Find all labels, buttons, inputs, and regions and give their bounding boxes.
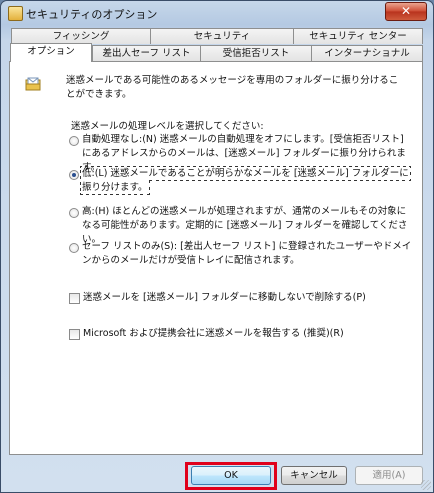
title-bar[interactable]: セキュリティのオプション ✕: [1, 1, 433, 25]
close-button[interactable]: ✕: [385, 2, 427, 21]
tab-phishing-label: フィッシング: [52, 31, 110, 42]
radio-safe-lists-only[interactable]: セーフ リストのみ(S): [差出人セーフ リスト] に登録されたユーザーやドメ…: [69, 240, 414, 268]
close-icon: ✕: [400, 4, 412, 18]
tab-options-label: オプション: [27, 46, 75, 57]
radio-low[interactable]: 低:(L) 迷惑メールであることが明らかなメールを [迷惑メール] フォルダーに…: [69, 166, 414, 195]
radio-button[interactable]: [69, 136, 79, 146]
ok-button-label: OK: [224, 470, 238, 481]
resize-grip[interactable]: [421, 480, 431, 490]
radio-low-label: 低:(L) 迷惑メールであることが明らかなメールを [迷惑メール] フォルダーに…: [80, 166, 411, 195]
apply-button-label: 適用(A): [372, 470, 406, 481]
tab-international[interactable]: インターナショナル: [311, 45, 423, 61]
window-title: セキュリティのオプション: [26, 8, 158, 21]
tab-blocked-senders-label: 受信拒否リスト: [222, 48, 290, 59]
tab-security-center[interactable]: セキュリティ センター: [293, 28, 423, 44]
level-label: 迷惑メールの処理レベルを選択してください:: [71, 121, 264, 132]
radio-safe-lists-label: セーフ リストのみ(S): [差出人セーフ リスト] に登録されたユーザーやドメ…: [82, 241, 412, 266]
radio-button[interactable]: [69, 208, 79, 218]
tab-safe-senders-label: 差出人セーフ リスト: [102, 48, 191, 59]
checkbox-permanently-delete[interactable]: 迷惑メールを [迷惑メール] フォルダーに移動しないで削除する(P): [69, 291, 414, 305]
checkbox-delete-label: 迷惑メールを [迷惑メール] フォルダーに移動しないで削除する(P): [83, 292, 366, 303]
mail-options-icon: [8, 6, 23, 21]
tab-security-label: セキュリティ: [193, 31, 251, 42]
tab-options[interactable]: オプション: [10, 43, 92, 62]
apply-button[interactable]: 適用(A): [355, 466, 423, 485]
radio-button-selected[interactable]: [69, 170, 79, 180]
cancel-button-label: キャンセル: [290, 470, 338, 481]
junk-mail-folder-icon: [25, 77, 41, 91]
tab-blocked-senders[interactable]: 受信拒否リスト: [200, 45, 312, 61]
cancel-button[interactable]: キャンセル: [281, 466, 347, 485]
tab-security[interactable]: セキュリティ: [150, 28, 294, 44]
radio-button[interactable]: [69, 243, 79, 253]
intro-text: 迷惑メールである可能性のあるメッセージを専用のフォルダーに振り分けることができま…: [66, 75, 399, 100]
tab-international-label: インターナショナル: [324, 48, 410, 59]
checkbox[interactable]: [69, 293, 80, 304]
options-panel: 迷惑メールである可能性のあるメッセージを専用のフォルダーに振り分けることができま…: [9, 61, 423, 455]
tab-phishing[interactable]: フィッシング: [11, 28, 151, 44]
tab-security-center-label: セキュリティ センター: [309, 31, 407, 42]
checkbox[interactable]: [69, 329, 80, 340]
ok-button[interactable]: OK: [191, 466, 271, 485]
checkbox-report-junk[interactable]: Microsoft および提携会社に迷惑メールを報告する (推奨)(R): [69, 327, 414, 341]
tab-safe-senders[interactable]: 差出人セーフ リスト: [92, 45, 201, 61]
security-options-dialog: セキュリティのオプション ✕ フィッシング セキュリティ セキュリティ センター…: [0, 0, 434, 493]
checkbox-report-label: Microsoft および提携会社に迷惑メールを報告する (推奨)(R): [83, 328, 344, 339]
